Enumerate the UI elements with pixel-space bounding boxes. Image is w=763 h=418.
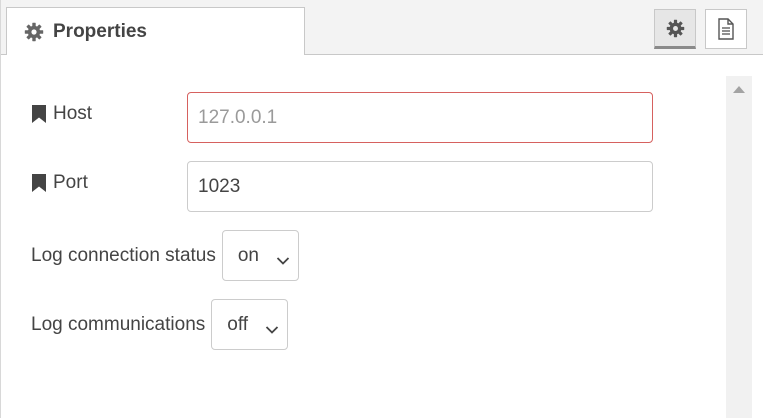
host-row: Host [31, 103, 92, 125]
scroll-up-arrow-icon[interactable] [733, 86, 745, 93]
tab-properties[interactable]: Properties [6, 7, 305, 55]
panel-header: Properties [1, 0, 763, 55]
host-input[interactable] [187, 92, 653, 143]
document-icon [717, 18, 735, 40]
gear-icon [666, 19, 685, 38]
chevron-down-icon [276, 250, 290, 265]
log-connection-status-row: Log connection status on [31, 230, 299, 281]
port-row: Port [31, 172, 88, 194]
log-communications-value: off [227, 313, 249, 335]
bookmark-icon [31, 105, 47, 123]
port-label: Port [31, 172, 88, 194]
chevron-down-icon [265, 319, 279, 334]
vertical-scrollbar[interactable] [726, 76, 752, 418]
tab-label: Properties [53, 20, 147, 42]
log-communications-label: Log communications [31, 313, 206, 335]
settings-button[interactable] [654, 9, 696, 49]
bookmark-icon [31, 174, 47, 192]
log-connection-status-label: Log connection status [31, 244, 216, 266]
log-connection-status-value: on [237, 244, 259, 266]
host-label: Host [31, 103, 92, 125]
properties-panel: Properties Host 127.0.0.1 Port 1023 Log … [0, 0, 763, 418]
port-input[interactable] [187, 161, 653, 212]
log-connection-status-select[interactable]: on [221, 230, 299, 281]
description-button[interactable] [705, 9, 747, 49]
gear-icon [24, 22, 44, 42]
log-communications-row: Log communications off [31, 299, 289, 350]
log-communications-select[interactable]: off [211, 299, 289, 350]
